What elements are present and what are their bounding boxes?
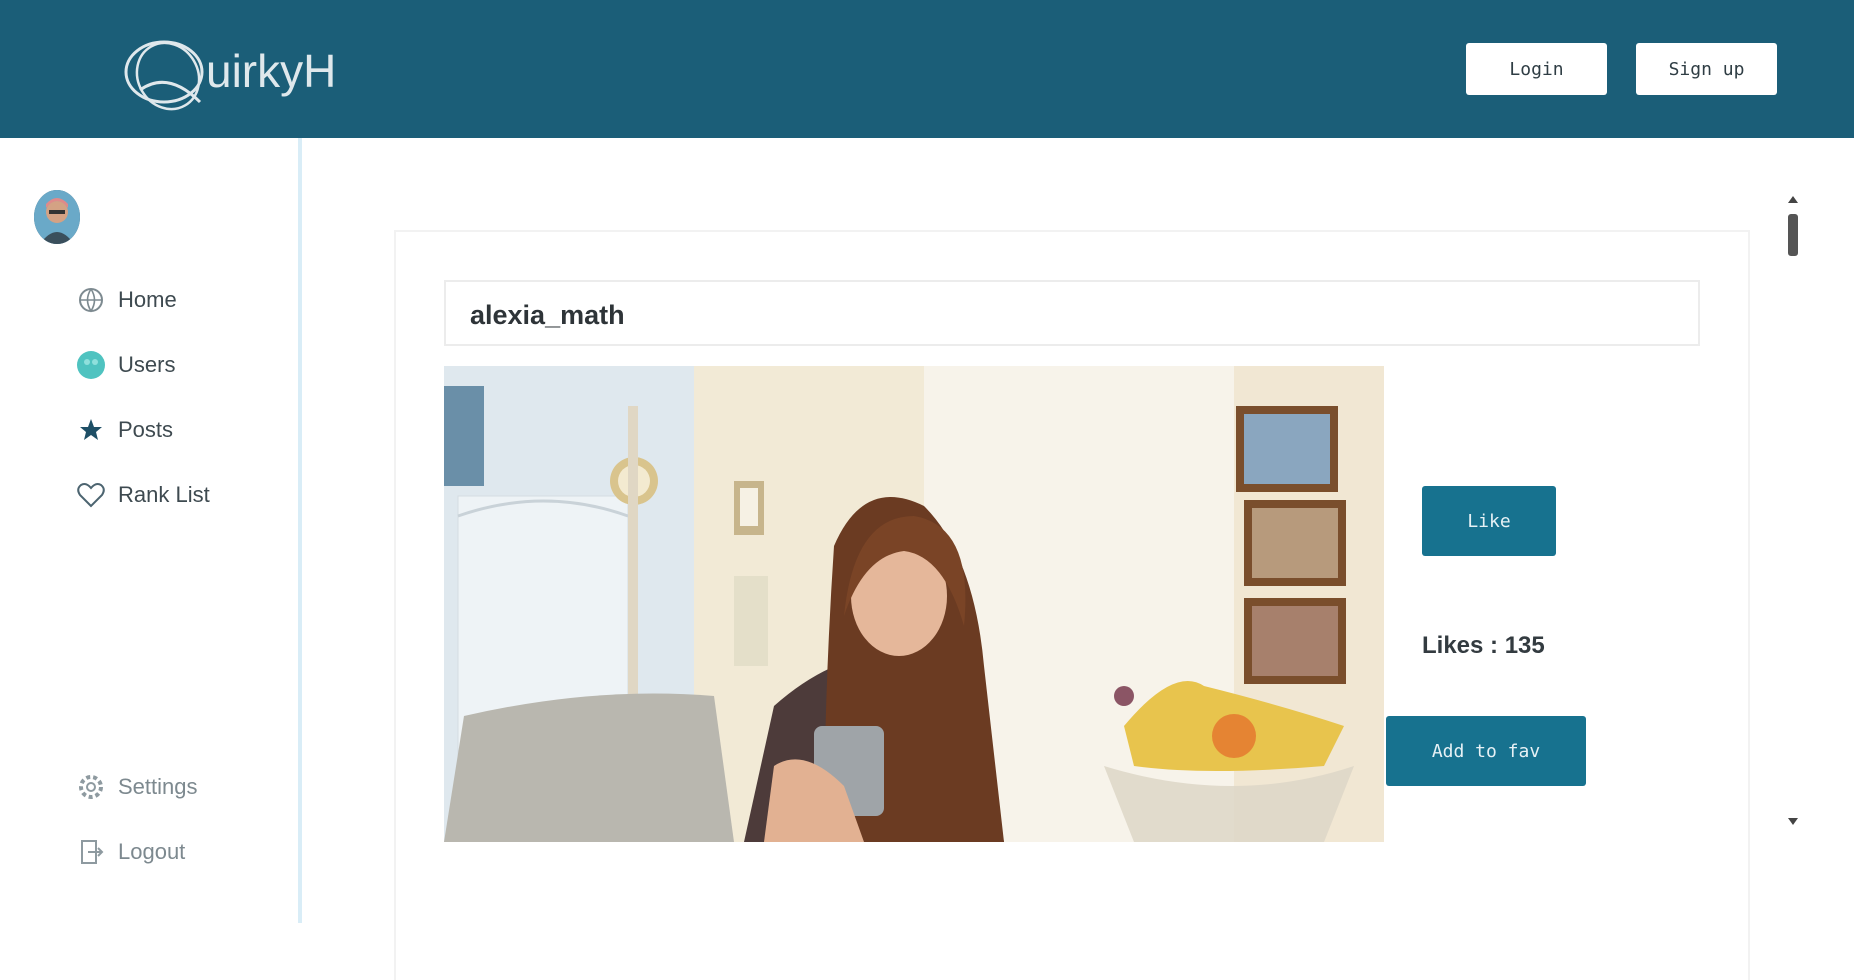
globe-icon xyxy=(76,285,106,315)
gear-icon xyxy=(76,772,106,802)
logo-text: uirkyH xyxy=(206,45,337,97)
avatar[interactable] xyxy=(34,190,80,244)
post-username-box: alexia_math xyxy=(444,280,1700,346)
logout-icon xyxy=(76,837,106,867)
top-header: uirkyH Login Sign up xyxy=(0,0,1854,138)
post-username[interactable]: alexia_math xyxy=(470,300,625,331)
post-image xyxy=(444,366,1384,842)
sidebar-item-label: Home xyxy=(118,287,177,312)
main-content: alexia_math Like Likes: 135 Add to fav xyxy=(306,138,1854,980)
star-icon xyxy=(76,415,106,445)
sidebar-item-rank-list[interactable]: Rank List xyxy=(76,477,276,513)
sidebar: Home Users Posts Rank List Settings Logo… xyxy=(0,138,302,923)
signup-button[interactable]: Sign up xyxy=(1636,43,1777,95)
sidebar-item-users[interactable]: Users xyxy=(76,347,276,383)
sidebar-item-settings[interactable]: Settings xyxy=(76,769,276,805)
sidebar-item-label: Rank List xyxy=(118,482,210,507)
scroll-up-arrow-icon[interactable] xyxy=(1788,196,1798,203)
sidebar-item-posts[interactable]: Posts xyxy=(76,412,276,448)
add-to-fav-button[interactable]: Add to fav xyxy=(1386,716,1586,786)
vertical-scrollbar[interactable] xyxy=(1782,196,1804,836)
likes-count: Likes : 135 xyxy=(1422,632,1545,659)
sidebar-item-label: Settings xyxy=(118,774,198,799)
scroll-thumb[interactable] xyxy=(1788,214,1798,256)
photo-woman-with-phone xyxy=(444,366,1384,842)
like-button[interactable]: Like xyxy=(1422,486,1556,556)
heart-icon xyxy=(76,480,106,510)
post-card: alexia_math Like Likes: 135 Add to fav xyxy=(394,230,1750,980)
sidebar-item-label: Posts xyxy=(118,417,174,442)
users-icon xyxy=(76,350,106,380)
login-button[interactable]: Login xyxy=(1466,43,1607,95)
sidebar-item-label: Users xyxy=(118,352,176,377)
quirkyh-logo[interactable]: uirkyH xyxy=(118,30,368,116)
sidebar-item-label: Logout xyxy=(118,839,186,864)
scroll-down-arrow-icon[interactable] xyxy=(1788,818,1798,825)
logo-swirl-icon xyxy=(124,40,204,111)
sidebar-item-logout[interactable]: Logout xyxy=(76,834,276,870)
sidebar-item-home[interactable]: Home xyxy=(76,282,276,318)
